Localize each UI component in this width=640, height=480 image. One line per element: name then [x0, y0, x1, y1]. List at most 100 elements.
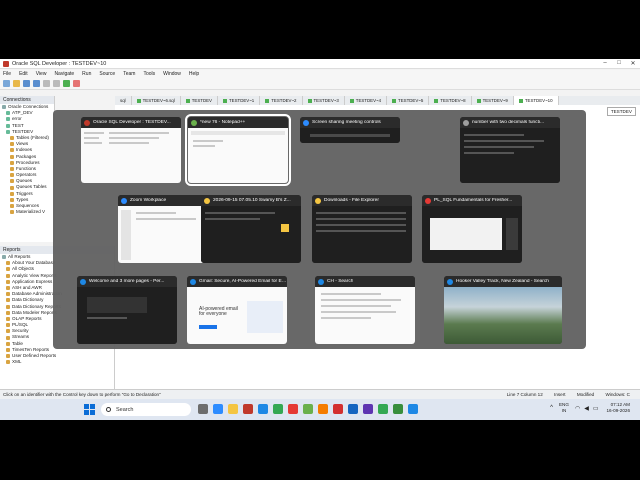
menu-help[interactable]: Help — [189, 71, 199, 77]
youtube-icon — [425, 197, 431, 204]
switcher-window-edge-welcome[interactable]: Welcome and 3 more pages - Per... — [77, 276, 177, 344]
switcher-window-screen-sharing[interactable]: Screen sharing meeting controls — [300, 117, 400, 143]
switcher-window-sql-developer[interactable]: Oracle SQL Developer : TESTDEV... — [81, 117, 181, 183]
menu-team[interactable]: Team — [123, 71, 135, 77]
editor-tab[interactable]: TESTDEV~1 — [218, 96, 261, 105]
redo-icon[interactable] — [53, 80, 60, 87]
windows-taskbar: Search ^ ENG IN ◠ ◀ ▭ 07:12 AM 16-09-202… — [0, 399, 640, 420]
sql-developer-icon — [84, 119, 90, 126]
menu-source[interactable]: Source — [99, 71, 115, 77]
system-tray: ^ ENG IN ◠ ◀ ▭ 07:12 AM 16-09-2026 — [550, 402, 630, 414]
minimize-icon[interactable]: – — [598, 60, 612, 67]
main-toolbar — [0, 78, 640, 90]
sql-developer-icon — [3, 60, 9, 67]
gmail-tagline: AI-powered email for everyone — [199, 306, 238, 317]
edge-icon — [447, 278, 453, 285]
editor-tab[interactable]: TESTDEV — [181, 96, 218, 105]
menu-run[interactable]: Run — [82, 71, 91, 77]
task-view-icon[interactable] — [198, 404, 208, 414]
editor-tabs: sql TESTDEV~6.sql TESTDEV TESTDEV~1 TEST… — [115, 96, 640, 105]
switcher-window-browser-question[interactable]: number with two decimals functi... — [460, 117, 560, 183]
switcher-window-gmail[interactable]: Gmail: Secure, AI-Powered Email for Ever… — [187, 276, 287, 344]
notepadpp-icon — [191, 119, 197, 126]
status-position: Line 7 Column 12 — [506, 392, 543, 397]
edge-icon[interactable] — [258, 404, 268, 414]
menu-edit[interactable]: Edit — [19, 71, 28, 77]
connection-selector[interactable]: TESTDEV — [606, 107, 636, 116]
menu-window[interactable]: Window — [163, 71, 181, 77]
search-icon — [106, 407, 111, 412]
browser-icon — [463, 119, 469, 126]
chevron-up-icon[interactable]: ^ — [550, 405, 553, 411]
stop-icon[interactable] — [73, 80, 80, 87]
save-icon[interactable] — [23, 80, 30, 87]
connections-panel: Connections Oracle Connections ATP_DEV e… — [0, 96, 55, 242]
editor-tab[interactable]: sql — [115, 96, 132, 105]
notepadpp-icon[interactable] — [303, 404, 313, 414]
editor-tab[interactable]: TESTDEV~5 — [387, 96, 430, 105]
maximize-icon[interactable]: □ — [612, 60, 626, 67]
status-state: Modified — [576, 392, 595, 397]
save-all-icon[interactable] — [33, 80, 40, 87]
status-line-ending: Windows: C — [605, 392, 630, 397]
switcher-window-plsql-course[interactable]: PL_SQL Fundamentals for Fresher... — [422, 195, 522, 263]
menu-tools[interactable]: Tools — [143, 71, 155, 77]
start-icon[interactable] — [84, 404, 95, 415]
switcher-window-ch-search[interactable]: CH - Search — [315, 276, 415, 344]
menu-file[interactable]: File — [3, 71, 11, 77]
run-icon[interactable] — [63, 80, 70, 87]
editor-tab[interactable]: TESTDEV~3 — [303, 96, 345, 105]
menu-view[interactable]: View — [36, 71, 47, 77]
switcher-window-recording-folder[interactable]: 2026-09-15 07.05.10 Swamy B's Z... — [201, 195, 301, 263]
app-icon[interactable] — [333, 404, 343, 414]
menu-navigate[interactable]: Navigate — [54, 71, 74, 77]
close-icon[interactable]: ✕ — [626, 60, 640, 67]
desktop-screen: Oracle SQL Developer : TESTDEV~10 – □ ✕ … — [0, 59, 640, 420]
file-explorer-icon[interactable] — [228, 404, 238, 414]
editor-tab[interactable]: TESTDEV~8 — [429, 96, 472, 105]
battery-icon[interactable]: ▭ — [593, 405, 599, 412]
open-icon[interactable] — [13, 80, 20, 87]
edge-icon — [190, 278, 196, 285]
app-title: Oracle SQL Developer : TESTDEV~10 — [12, 60, 107, 67]
edge-icon[interactable] — [408, 404, 418, 414]
app-icon[interactable] — [363, 404, 373, 414]
app-icon[interactable] — [288, 404, 298, 414]
status-mode: Insert — [554, 392, 566, 397]
zoom-icon[interactable] — [213, 404, 223, 414]
undo-icon[interactable] — [43, 80, 50, 87]
editor-tab[interactable]: TESTDEV~9 — [472, 96, 514, 105]
wifi-icon[interactable]: ◠ — [575, 405, 580, 412]
task-switcher: Oracle SQL Developer : TESTDEV... *new 7… — [53, 110, 586, 349]
language-indicator[interactable]: ENG IN — [559, 402, 569, 414]
chrome-icon[interactable] — [273, 404, 283, 414]
volume-icon[interactable]: ◀ — [584, 405, 589, 412]
editor-tab[interactable]: TESTDEV~6.sql — [132, 96, 181, 105]
tree-item[interactable]: Materialized V — [2, 209, 54, 215]
folder-icon — [315, 197, 321, 204]
zoom-icon — [303, 119, 309, 126]
switcher-window-hooker-valley[interactable]: Hooker Valley Track, New Zealand - Searc… — [444, 276, 562, 344]
clock[interactable]: 07:12 AM 16-09-2026 — [607, 402, 631, 414]
taskbar-search[interactable]: Search — [101, 403, 191, 416]
chrome-icon[interactable] — [378, 404, 388, 414]
editor-tab[interactable]: TESTDEV~4 — [345, 96, 388, 105]
word-icon[interactable] — [348, 404, 358, 414]
edge-icon — [318, 278, 324, 285]
folder-icon — [204, 197, 210, 204]
switcher-window-notepadpp[interactable]: *new 76 - Notepad++ — [185, 114, 291, 186]
status-hint: Click on an identifier with the Control … — [3, 392, 161, 397]
new-icon[interactable] — [3, 80, 10, 87]
edge-icon — [80, 278, 86, 285]
editor-tab[interactable]: TESTDEV~2 — [260, 96, 303, 105]
switcher-window-downloads[interactable]: Downloads - File Explorer — [312, 195, 412, 263]
zoom-icon — [121, 197, 127, 204]
status-bar: Click on an identifier with the Control … — [0, 389, 640, 399]
sql-developer-taskbar-icon[interactable] — [243, 404, 253, 414]
tree-item[interactable]: XML — [2, 359, 114, 365]
excel-icon[interactable] — [393, 404, 403, 414]
menu-bar: File Edit View Navigate Run Source Team … — [0, 70, 640, 78]
app-titlebar: Oracle SQL Developer : TESTDEV~10 – □ ✕ — [0, 59, 640, 69]
editor-tab-active[interactable]: TESTDEV~10 — [513, 96, 559, 105]
app-icon[interactable] — [318, 404, 328, 414]
